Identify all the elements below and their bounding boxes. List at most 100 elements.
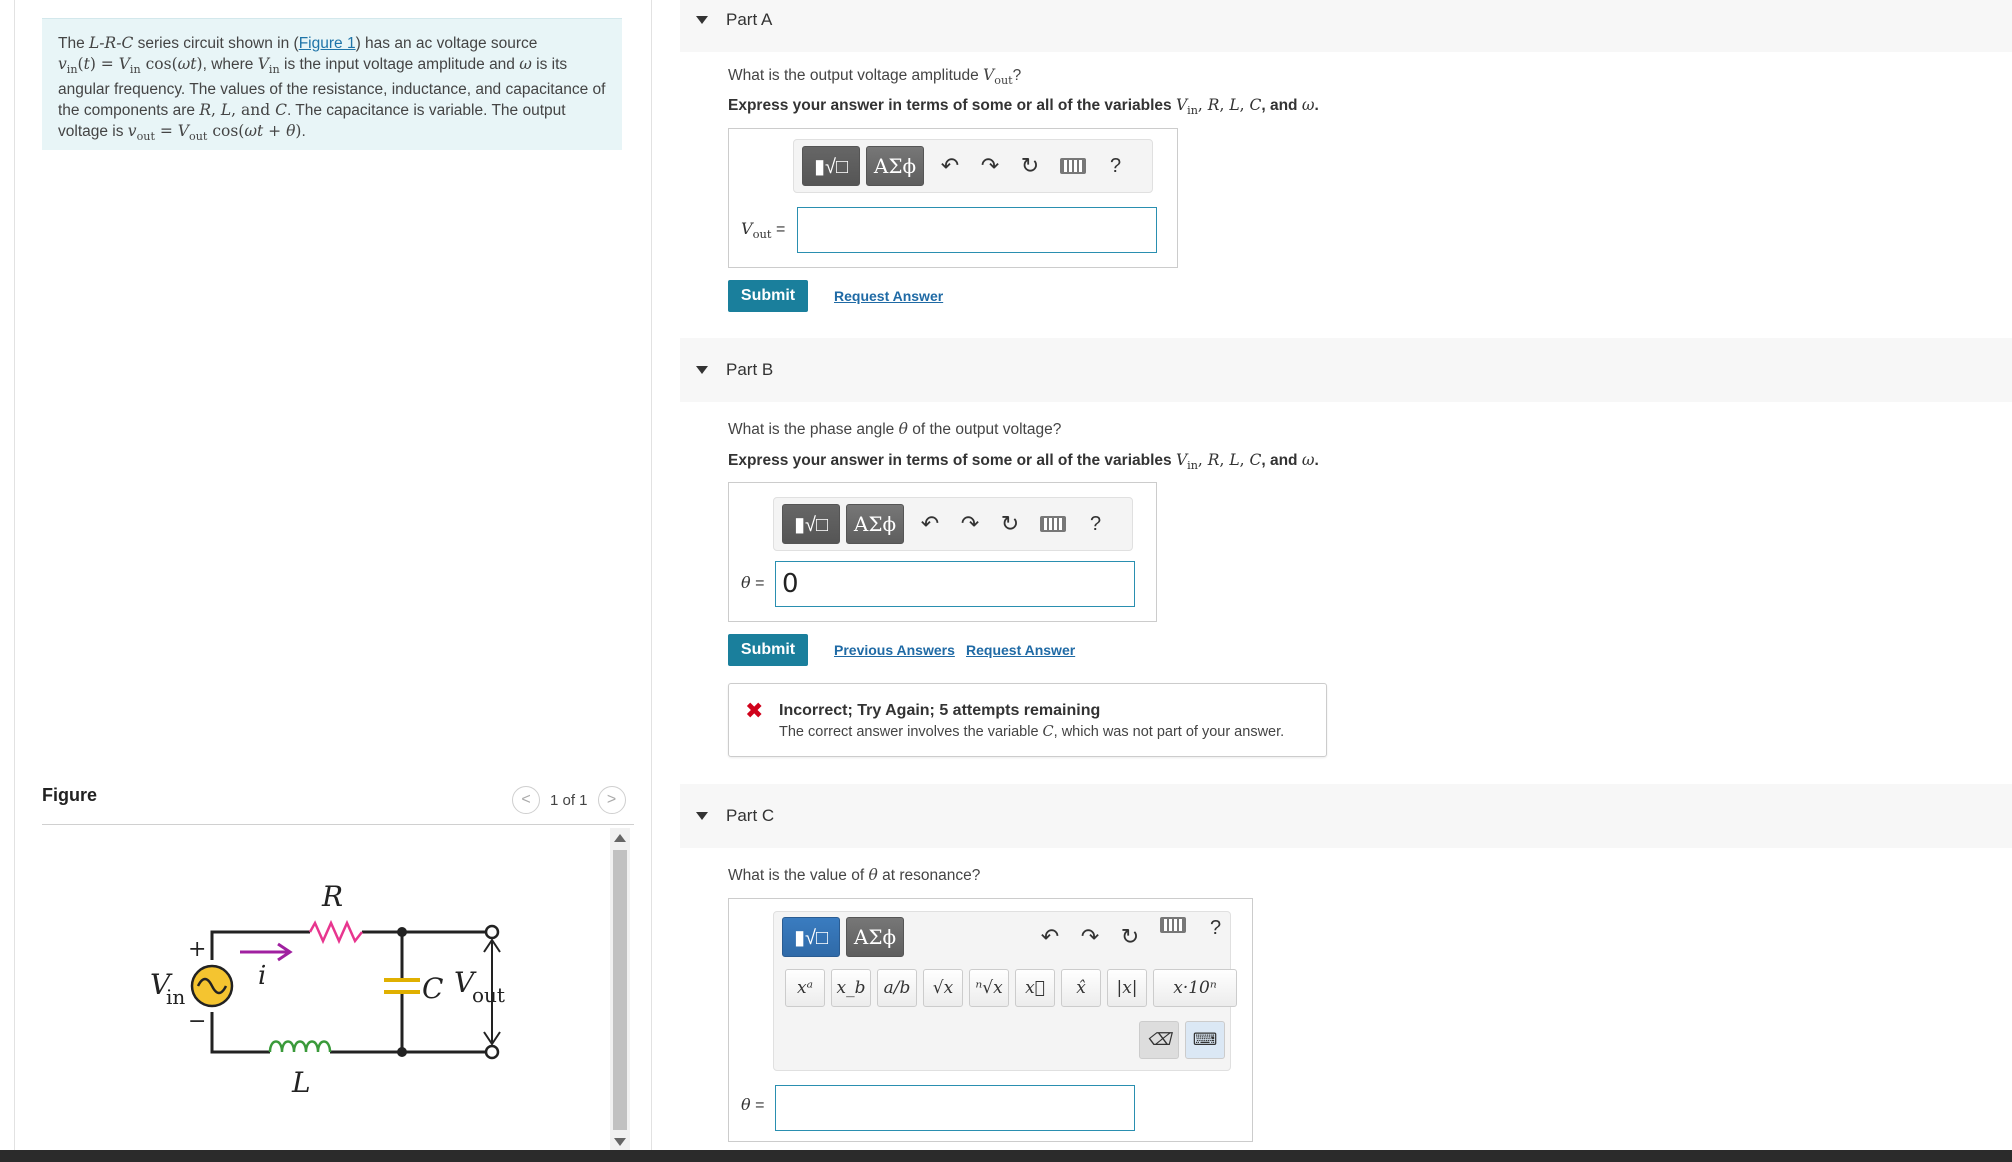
figure-label: Figure — [42, 785, 98, 805]
part-a-math-toolbar: ▮√□ ΑΣϕ ↶ ↷ ↻ ? — [793, 139, 1153, 193]
part-a-answer-input[interactable] — [797, 207, 1157, 253]
keyboard-icon[interactable] — [1160, 917, 1186, 933]
greek-symbols-button[interactable]: ΑΣϕ — [846, 504, 904, 544]
label-C: C — [422, 972, 443, 1005]
scroll-down-icon[interactable] — [614, 1138, 626, 1146]
undo-icon[interactable]: ↶ — [930, 146, 970, 186]
undo-icon[interactable]: ↶ — [910, 504, 950, 544]
scroll-thumb[interactable] — [613, 850, 627, 1130]
figure-prev-button[interactable]: < — [512, 786, 540, 814]
theta-label: θ = — [741, 573, 765, 592]
label-Vout-sub: out — [472, 983, 505, 1007]
keyboard-icon[interactable] — [1060, 158, 1086, 174]
capacitor-symbol — [384, 978, 420, 994]
greek-symbols-button[interactable]: ΑΣϕ — [846, 917, 904, 957]
backspace-icon[interactable]: ⌫ — [1139, 1021, 1179, 1059]
unit-vector-button[interactable]: x̂ — [1061, 969, 1101, 1007]
collapse-triangle-icon[interactable] — [696, 16, 708, 24]
superscript-button[interactable]: xᵃ — [785, 969, 825, 1007]
vout-label: Vout = — [741, 219, 786, 242]
figure-divider — [42, 824, 634, 825]
part-b-submit-button[interactable]: Submit — [728, 634, 808, 666]
part-a-submit-button[interactable]: Submit — [728, 280, 808, 312]
label-R: R — [321, 880, 343, 913]
output-terminal-top — [484, 924, 500, 940]
problem-line-2: vin(t) = Vin cos(ωt), where Vin is the i… — [58, 55, 568, 77]
problem-line-5: voltage is vout = Vout cos(ωt + θ). — [58, 122, 306, 144]
problem-line-3: angular frequency. The values of the res… — [58, 81, 606, 99]
taskbar — [0, 1150, 2012, 1162]
feedback-message: The correct answer involves the variable… — [779, 724, 1285, 740]
help-icon[interactable]: ? — [1210, 917, 1221, 940]
undo-icon[interactable]: ↶ — [1030, 917, 1070, 957]
current-arrow — [240, 942, 293, 962]
label-minus: − — [188, 1009, 206, 1034]
figure-pager: < 1 of 1 > — [512, 786, 626, 814]
help-icon[interactable]: ? — [1110, 155, 1121, 178]
right-pane: Part A What is the output voltage amplit… — [680, 0, 2012, 1150]
abs-value-button[interactable]: |x| — [1107, 969, 1147, 1007]
part-b-request-answer-link[interactable]: Request Answer — [966, 642, 1075, 658]
templates-button[interactable]: ▮√□ — [802, 146, 860, 186]
theta-label: θ = — [741, 1095, 765, 1114]
problem-line-4: the components are R, L, and C. The capa… — [58, 101, 566, 120]
figure-next-button[interactable]: > — [597, 786, 626, 814]
part-b-question: What is the phase angle θ of the output … — [728, 420, 1062, 438]
symbol-palette: xᵃ x_b a/b √x ⁿ√x x⃗ x̂ |x| x·10ⁿ — [785, 969, 1237, 1007]
sqrt-button[interactable]: √x — [923, 969, 963, 1007]
inductor-symbol — [268, 1040, 332, 1053]
nth-root-button[interactable]: ⁿ√x — [969, 969, 1009, 1007]
wire-top-left — [210, 930, 310, 935]
redo-icon[interactable]: ↷ — [950, 504, 990, 544]
part-b-instruction: Express your answer in terms of some or … — [728, 451, 1319, 473]
problem-statement: The L-R-C series circuit shown in (Figur… — [42, 18, 622, 150]
vector-button[interactable]: x⃗ — [1015, 969, 1055, 1007]
part-c-question: What is the value of θ at resonance? — [728, 866, 981, 884]
scroll-up-icon[interactable] — [614, 834, 626, 842]
figure-link[interactable]: Figure 1 — [299, 35, 356, 52]
error-x-icon: ✖ — [745, 698, 764, 723]
greek-symbols-button[interactable]: ΑΣϕ — [866, 146, 924, 186]
redo-icon[interactable]: ↷ — [1070, 917, 1110, 957]
part-b-answer-box: ▮√□ ΑΣϕ ↶ ↷ ↻ ? θ = 0 — [728, 482, 1157, 622]
label-plus: + — [188, 937, 206, 962]
circuit-diagram: R L C i V in V out + − — [150, 880, 505, 1099]
problem-line-1: The L-R-C series circuit shown in (Figur… — [58, 34, 538, 52]
reset-icon[interactable]: ↻ — [1110, 917, 1150, 957]
keyboard-toggle-icon[interactable]: ⌨ — [1185, 1021, 1225, 1059]
templates-button[interactable]: ▮√□ — [782, 504, 840, 544]
junction-dot — [397, 927, 407, 937]
part-a-question: What is the output voltage amplitude Vou… — [728, 66, 1022, 88]
reset-icon[interactable]: ↻ — [990, 504, 1030, 544]
part-b-answer-input[interactable]: 0 — [775, 561, 1135, 607]
keyboard-icon[interactable] — [1040, 516, 1066, 532]
part-a-instruction: Express your answer in terms of some or … — [728, 96, 1319, 118]
figure-scrollbar[interactable] — [610, 828, 630, 1150]
previous-answers-link[interactable]: Previous Answers — [834, 642, 955, 658]
part-c-answer-box: ▮√□ ΑΣϕ ↶ ↷ ↻ ? xᵃ x_b a/b √x ⁿ√x x⃗ x̂ … — [728, 898, 1253, 1142]
label-Vin-sub: in — [166, 985, 185, 1009]
fraction-button[interactable]: a/b — [877, 969, 917, 1007]
redo-icon[interactable]: ↷ — [970, 146, 1010, 186]
feedback-incorrect: ✖ Incorrect; Try Again; 5 attempts remai… — [728, 683, 1327, 757]
part-a-request-answer-link[interactable]: Request Answer — [834, 288, 943, 304]
part-a-answer-box: ▮√□ ΑΣϕ ↶ ↷ ↻ ? Vout = — [728, 128, 1178, 268]
help-icon[interactable]: ? — [1090, 513, 1101, 536]
collapse-triangle-icon[interactable] — [696, 812, 708, 820]
collapse-triangle-icon[interactable] — [696, 366, 708, 374]
part-c-header[interactable]: Part C — [680, 784, 2012, 848]
resistor-symbol — [308, 919, 363, 945]
templates-button[interactable]: ▮√□ — [782, 917, 840, 957]
wire-bottom-left — [210, 1040, 270, 1054]
subscript-button[interactable]: x_b — [831, 969, 871, 1007]
part-b-header[interactable]: Part B — [680, 338, 2012, 402]
part-c-answer-input[interactable] — [775, 1085, 1135, 1131]
scientific-notation-button[interactable]: x·10ⁿ — [1153, 969, 1237, 1007]
junction-dot — [397, 1047, 407, 1057]
figure-page-count: 1 of 1 — [550, 791, 588, 809]
reset-icon[interactable]: ↻ — [1010, 146, 1050, 186]
part-b-math-toolbar: ▮√□ ΑΣϕ ↶ ↷ ↻ ? — [773, 497, 1133, 551]
part-a-header[interactable]: Part A — [680, 0, 2012, 52]
feedback-title: Incorrect; Try Again; 5 attempts remaini… — [779, 702, 1101, 719]
label-L: L — [291, 1066, 311, 1099]
